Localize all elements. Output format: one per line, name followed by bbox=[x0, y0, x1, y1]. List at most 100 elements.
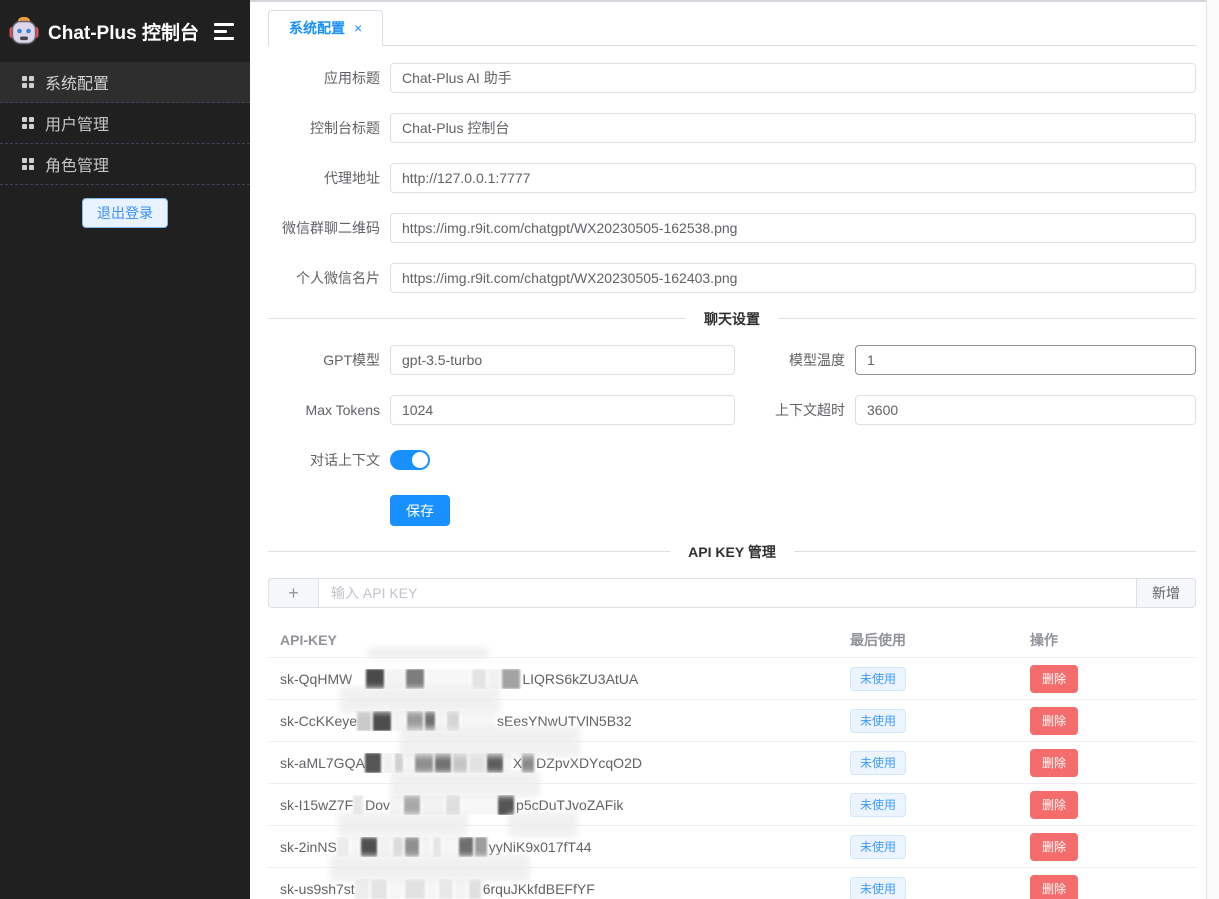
context-toggle[interactable] bbox=[390, 450, 430, 470]
sidebar-item-label: 用户管理 bbox=[45, 111, 109, 135]
redaction-block bbox=[405, 837, 419, 857]
divider-title: 聊天设置 bbox=[686, 309, 778, 329]
delete-button[interactable]: 删除 bbox=[1030, 665, 1078, 693]
tab-close-icon[interactable]: × bbox=[354, 21, 362, 35]
form-col: GPT模型 bbox=[268, 345, 735, 375]
api-key-text: 6rquJKkfdBEFfYF bbox=[483, 879, 595, 899]
field-input-context-timeout[interactable] bbox=[855, 395, 1196, 425]
redaction-block bbox=[488, 669, 500, 689]
redaction-block bbox=[421, 837, 431, 857]
redaction-block bbox=[459, 837, 473, 857]
redaction-block bbox=[426, 669, 470, 689]
redaction-block bbox=[453, 753, 467, 773]
redaction-block bbox=[404, 795, 420, 815]
api-key-table: API-KEY 最后使用 操作 sk-QqHMWLIQRS6kZU3AtUA未使… bbox=[268, 623, 1196, 899]
sidebar: Chat-Plus 控制台 系统配置用户管理角色管理 退出登录 bbox=[0, 0, 250, 899]
sidebar-item-label: 系统配置 bbox=[45, 70, 109, 94]
api-key-cell: sk-QqHMWLIQRS6kZU3AtUA bbox=[268, 669, 850, 689]
field-label: 个人微信名片 bbox=[268, 263, 380, 293]
field-label: Max Tokens bbox=[268, 395, 380, 425]
field-label: 上下文超时 bbox=[735, 395, 845, 425]
api-key-cell: sk-aML7GQAXDZpvXDYcqO2D bbox=[268, 753, 850, 773]
form-col: 模型温度 bbox=[735, 345, 1196, 375]
redaction-block bbox=[393, 837, 403, 857]
save-row: 保存 bbox=[268, 495, 1196, 526]
redaction-block bbox=[407, 711, 423, 731]
sidebar-item-label: 角色管理 bbox=[45, 152, 109, 176]
api-key-text: sEesYNwUTVlN5B32 bbox=[497, 711, 632, 731]
field-label: GPT模型 bbox=[268, 345, 380, 375]
api-key-text: sk-QqHMW bbox=[280, 669, 352, 689]
redaction-block bbox=[446, 795, 460, 815]
api-key-text: X bbox=[513, 753, 522, 773]
api-key-cell: sk-CcKKeyesEesYNwUTVlN5B32 bbox=[268, 711, 850, 731]
plus-icon: + bbox=[268, 578, 318, 608]
status-badge: 未使用 bbox=[850, 793, 906, 817]
form-row: Max Tokens 上下文超时 bbox=[268, 395, 1196, 425]
field-input-gpt-model[interactable] bbox=[390, 345, 735, 375]
logout-button[interactable]: 退出登录 bbox=[82, 198, 168, 228]
last-used-cell: 未使用 bbox=[850, 793, 1030, 817]
redaction-block bbox=[469, 879, 481, 899]
redaction-block bbox=[422, 795, 444, 815]
redaction-block bbox=[366, 669, 384, 689]
api-key-text: Dov bbox=[365, 795, 390, 815]
table-header: API-KEY 最后使用 操作 bbox=[268, 623, 1196, 658]
redaction-block bbox=[365, 753, 381, 773]
add-key-button[interactable]: 新增 bbox=[1137, 578, 1196, 608]
sidebar-item-user-management[interactable]: 用户管理 bbox=[0, 103, 250, 144]
app-title: Chat-Plus 控制台 bbox=[48, 18, 206, 45]
form-row: 代理地址 bbox=[268, 163, 1196, 193]
redaction-block bbox=[469, 753, 485, 773]
grid-icon bbox=[22, 117, 34, 129]
sidebar-item-system-config[interactable]: 系统配置 bbox=[0, 62, 250, 103]
redaction-block bbox=[395, 753, 403, 773]
sidebar-header: Chat-Plus 控制台 bbox=[0, 0, 250, 62]
redaction-block bbox=[439, 879, 453, 899]
redaction-block bbox=[462, 795, 496, 815]
delete-button[interactable]: 删除 bbox=[1030, 833, 1078, 861]
status-badge: 未使用 bbox=[850, 835, 906, 859]
table-row: sk-aML7GQAXDZpvXDYcqO2D未使用删除 bbox=[268, 742, 1196, 784]
context-toggle-row: 对话上下文 bbox=[268, 445, 1196, 475]
form-row: 应用标题 bbox=[268, 63, 1196, 93]
table-row: sk-QqHMWLIQRS6kZU3AtUA未使用删除 bbox=[268, 658, 1196, 700]
redaction-block bbox=[475, 837, 487, 857]
api-key-input[interactable] bbox=[318, 578, 1137, 608]
sidebar-item-role-management[interactable]: 角色管理 bbox=[0, 144, 250, 185]
redaction-block bbox=[487, 753, 503, 773]
redaction-block bbox=[405, 753, 413, 773]
header-last-used: 最后使用 bbox=[850, 623, 1030, 657]
redaction-block bbox=[472, 669, 486, 689]
chat-settings-form: GPT模型 模型温度 Max Tokens 上下文超时 bbox=[268, 345, 1196, 425]
redaction-block bbox=[355, 879, 369, 899]
field-input-app-title[interactable] bbox=[390, 63, 1196, 93]
redaction-block bbox=[498, 795, 514, 815]
form-row: 个人微信名片 bbox=[268, 263, 1196, 293]
table-row: sk-I15wZ7FDovp5cDuTJvoZAFik未使用删除 bbox=[268, 784, 1196, 826]
redaction-block bbox=[415, 753, 433, 773]
field-input-proxy-url[interactable] bbox=[390, 163, 1196, 193]
save-button[interactable]: 保存 bbox=[390, 495, 450, 526]
basic-form: 应用标题控制台标题代理地址微信群聊二维码个人微信名片 bbox=[268, 63, 1196, 293]
chat-settings-divider: 聊天设置 bbox=[268, 318, 1196, 319]
operations-cell: 删除 bbox=[1030, 665, 1196, 693]
field-input-max-tokens[interactable] bbox=[390, 395, 735, 425]
redaction-block bbox=[435, 753, 451, 773]
tab-system-config[interactable]: 系统配置 × bbox=[268, 10, 383, 46]
field-input-wechat-card[interactable] bbox=[390, 263, 1196, 293]
delete-button[interactable]: 删除 bbox=[1030, 791, 1078, 819]
operations-cell: 删除 bbox=[1030, 791, 1196, 819]
field-input-console-title[interactable] bbox=[390, 113, 1196, 143]
delete-button[interactable]: 删除 bbox=[1030, 707, 1078, 735]
form-row: 微信群聊二维码 bbox=[268, 213, 1196, 243]
field-input-temperature[interactable] bbox=[855, 345, 1196, 375]
delete-button[interactable]: 删除 bbox=[1030, 749, 1078, 777]
collapse-menu-icon[interactable] bbox=[214, 23, 234, 40]
redaction-block bbox=[425, 711, 435, 731]
delete-button[interactable]: 删除 bbox=[1030, 875, 1078, 899]
vertical-scrollbar[interactable] bbox=[1206, 0, 1219, 899]
redaction-block bbox=[505, 753, 511, 773]
field-input-wechat-group-qr[interactable] bbox=[390, 213, 1196, 243]
api-key-text: p5cDuTJvoZAFik bbox=[516, 795, 623, 815]
